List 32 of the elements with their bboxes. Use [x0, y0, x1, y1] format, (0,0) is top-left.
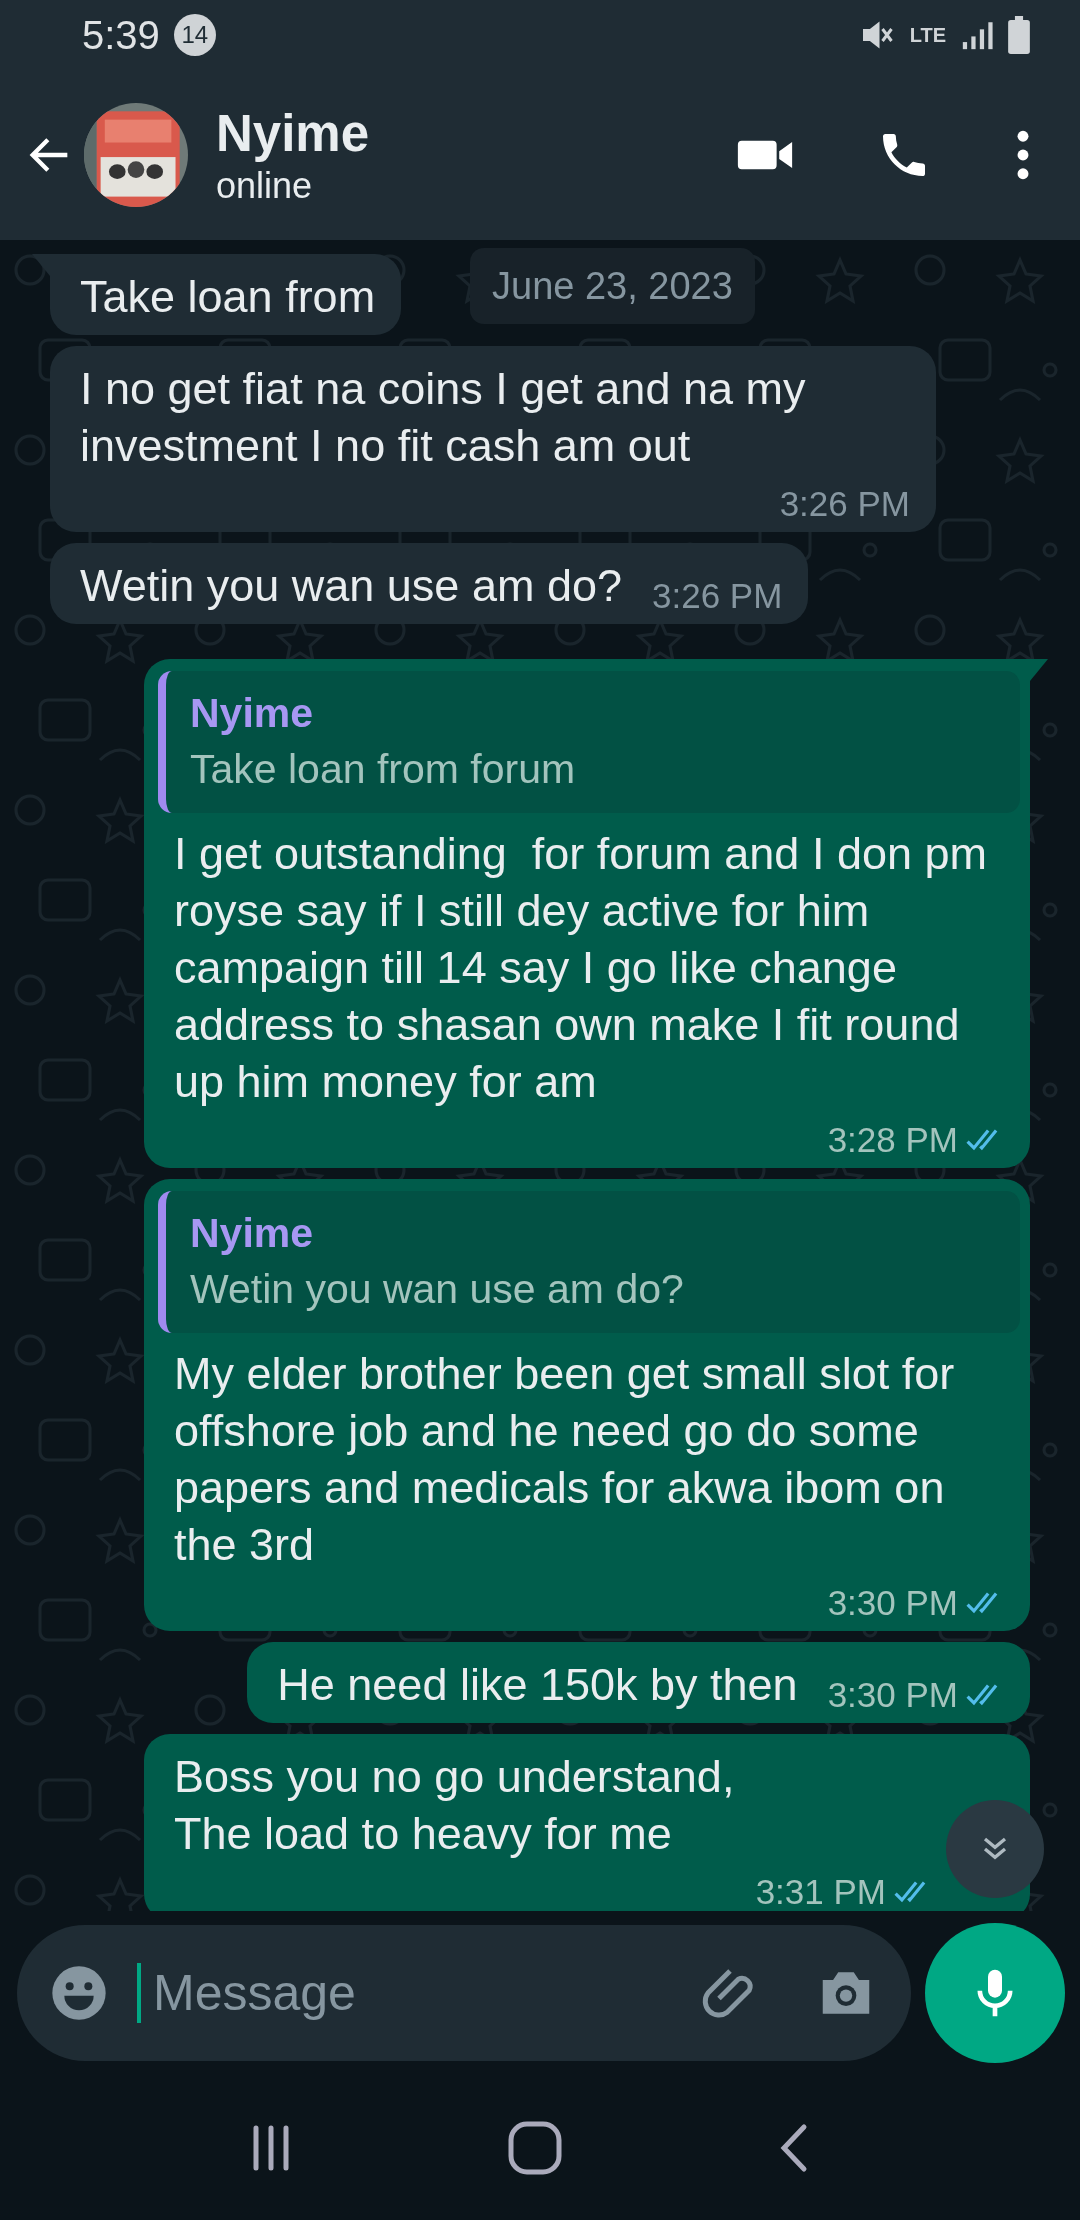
message-text: He need like 150k by then — [277, 1658, 798, 1712]
quote-text: Take loan from forum — [190, 745, 577, 794]
message-text: I get outstanding for forum and I don pm royse say if I still dey active for him campaign till 14 say I go like change address to shasan own make I fit round up him money for am — [174, 827, 988, 1109]
message-bubble[interactable]: He need like 150k by then 3:30 PM — [247, 1642, 1030, 1723]
message-bubble[interactable]: Wetin you wan use am do? 3:26 PM — [50, 543, 809, 624]
quote-text: Wetin you wan use am do? — [190, 1265, 685, 1314]
message-input[interactable]: Message — [153, 1964, 685, 2022]
message-time: 3:26 PM — [779, 483, 910, 525]
message-time: 3:28 PM — [827, 1119, 958, 1161]
message-text: My elder brother been get small slot for offshore job and he need go do some papers and medicals for akwa ibom on the 3rd — [174, 1347, 956, 1572]
message-time: 3:26 PM — [652, 575, 783, 617]
quote-sender: Nyime — [190, 689, 315, 738]
notification-count: 14 — [173, 14, 216, 56]
floating-date-toast: June 23, 2023 — [470, 248, 755, 324]
quote-sender: Nyime — [190, 1209, 315, 1258]
message-text: Wetin you wan use am do? — [80, 559, 622, 613]
quoted-message[interactable]: Nyime Take loan from forum — [158, 671, 1020, 813]
message-bubble[interactable]: Boss you no go understand, The load to heavy for me 3:31 PM — [144, 1734, 1030, 1911]
network-type: LTE — [909, 23, 946, 47]
message-bubble[interactable]: I no get fiat na coins I get and na my investment I no fit cash am out 3:26 PM — [50, 346, 936, 532]
message-text: Boss you no go understand, The load to heavy for me — [174, 1750, 735, 1861]
message-bubble[interactable]: Nyime Wetin you wan use am do? My elder brother been get small slot for offshore job and he need go do some papers and medicals for akwa ibom on the 3rd 3:30 PM — [144, 1179, 1030, 1631]
message-time: 3:30 PM — [827, 1674, 958, 1716]
contact-name[interactable]: Nyime — [216, 103, 654, 165]
message-text: I no get fiat na coins I get and na my investment I no fit cash am out — [80, 362, 807, 473]
message-text: Take loan from — [80, 270, 376, 324]
message-field[interactable]: Message — [17, 1925, 911, 2061]
contact-status: online — [216, 165, 314, 207]
status-time: 5:39 — [82, 12, 160, 58]
message-time: 3:31 PM — [755, 1871, 886, 1911]
message-time: 3:30 PM — [827, 1582, 958, 1624]
quoted-message[interactable]: Nyime Wetin you wan use am do? — [158, 1191, 1020, 1333]
